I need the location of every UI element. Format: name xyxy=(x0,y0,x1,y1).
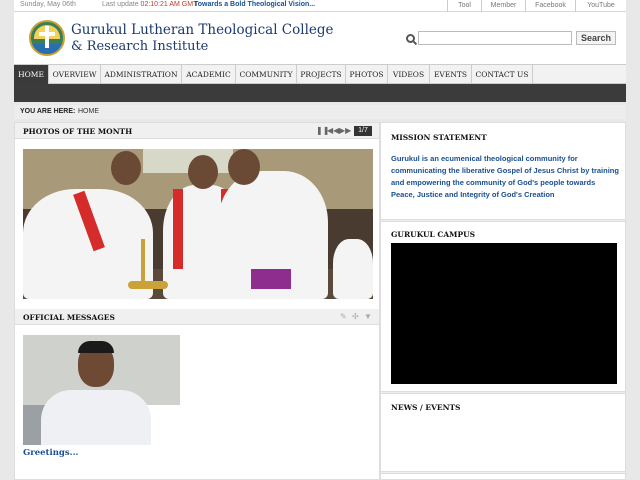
divider xyxy=(381,219,625,222)
nav-overview[interactable]: OVERVIEW xyxy=(49,65,101,84)
toplink-tool[interactable]: Tool xyxy=(447,0,481,12)
breadcrumb: YOU ARE HERE: HOME xyxy=(14,105,626,119)
photos-heading: PHOTOS OF THE MONTH xyxy=(23,127,133,136)
nav-photos[interactable]: PHOTOS xyxy=(346,65,388,84)
site-header: Gurukul Lutheran Theological College & R… xyxy=(14,12,626,64)
last-update: Last update 02:10:21 AM GMT xyxy=(102,1,197,8)
greetings-link[interactable]: Greetings... xyxy=(23,448,79,458)
messages-heading: OFFICIAL MESSAGES xyxy=(23,313,115,322)
campus-heading: GURUKUL CAMPUS xyxy=(391,230,476,239)
subnav-band xyxy=(14,84,626,102)
news-ticker-link[interactable]: Towards a Bold Theological Vision... xyxy=(194,1,315,8)
wrench-icon[interactable]: ✎ xyxy=(340,313,348,321)
news-heading: NEWS / EVENTS xyxy=(391,403,461,412)
divider xyxy=(381,391,625,394)
messages-header: OFFICIAL MESSAGES ✎ ✣ ▼ xyxy=(15,309,379,325)
nav-events[interactable]: EVENTS xyxy=(430,65,472,84)
site-subtitle[interactable]: & Research Institute xyxy=(71,39,208,54)
nav-contact-us[interactable]: CONTACT US xyxy=(472,65,533,84)
search-button[interactable]: Search xyxy=(576,31,616,45)
mission-heading: MISSION STATEMENT xyxy=(391,133,487,142)
nav-administration[interactable]: ADMINISTRATION xyxy=(101,65,182,84)
nav-community[interactable]: COMMUNITY xyxy=(236,65,297,84)
slide-counter: 1/7 xyxy=(354,126,372,136)
sidebar: MISSION STATEMENT Gurukul is an ecumenic… xyxy=(380,122,626,480)
collapse-icon[interactable]: ▼ xyxy=(364,313,372,321)
next-icon[interactable]: ▶▶ xyxy=(339,127,351,135)
last-update-time: 02:10:21 AM GMT xyxy=(140,1,198,8)
main-column: PHOTOS OF THE MONTH ❚❚ ◀◀ ▶▶ 1/7 OFFICIA… xyxy=(14,122,380,480)
search-icon xyxy=(406,34,415,43)
current-date: Sunday, May 06th xyxy=(20,1,76,8)
breadcrumb-label: YOU ARE HERE: xyxy=(20,108,76,115)
divider xyxy=(381,471,625,474)
breadcrumb-home[interactable]: HOME xyxy=(78,108,99,115)
search-input[interactable] xyxy=(418,31,572,45)
nav-projects[interactable]: PROJECTS xyxy=(297,65,346,84)
photos-header: PHOTOS OF THE MONTH ❚❚ ◀◀ ▶▶ 1/7 xyxy=(15,123,379,139)
nav-home[interactable]: HOME xyxy=(14,65,49,84)
official-portrait[interactable] xyxy=(23,335,180,445)
toplink-facebook[interactable]: Facebook xyxy=(525,0,575,12)
pause-icon[interactable]: ❚❚ xyxy=(316,127,329,135)
mission-text: Gurukul is an ecumenical theological com… xyxy=(391,154,619,199)
move-icon[interactable]: ✣ xyxy=(352,313,360,321)
toplink-youtube[interactable]: YouTube xyxy=(575,0,626,12)
last-update-label: Last update xyxy=(102,1,139,8)
nav-videos[interactable]: VIDEOS xyxy=(388,65,430,84)
nav-academic[interactable]: ACADEMIC xyxy=(182,65,236,84)
toplink-member[interactable]: Member xyxy=(481,0,525,12)
top-bar: Sunday, May 06th Last update 02:10:21 AM… xyxy=(14,0,626,12)
college-logo[interactable] xyxy=(29,20,65,56)
prev-icon[interactable]: ◀◀ xyxy=(327,127,339,135)
site-title[interactable]: Gurukul Lutheran Theological College xyxy=(71,22,334,38)
main-nav: HOME OVERVIEW ADMINISTRATION ACADEMIC CO… xyxy=(14,64,626,84)
featured-photo[interactable] xyxy=(23,149,373,299)
campus-video-player[interactable] xyxy=(391,243,617,384)
